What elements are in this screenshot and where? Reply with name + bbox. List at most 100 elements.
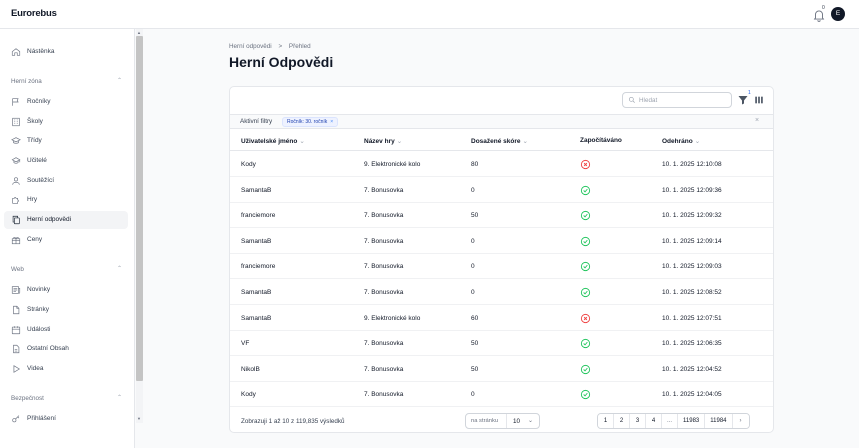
active-filters-bar: Aktivní filtry Ročník: 30. ročník × × — [230, 114, 773, 129]
sidebar-item-skoly[interactable]: Školy — [4, 113, 128, 131]
table-row[interactable]: SamantaB 7. Bonusovka 0 10. 1. 2025 12:08:5… — [230, 280, 773, 305]
table-row[interactable]: Kody 9. Elektronické kolo 80 10. 1. 2025 12… — [230, 152, 773, 177]
clear-filters-icon[interactable]: × — [755, 117, 759, 124]
table-row[interactable]: SamantaB 7. Bonusovka 0 10. 1. 2025 12:09:1… — [230, 229, 773, 254]
cell-score: 50 — [471, 365, 479, 373]
table-footer: Zobrazuji 1 až 10 z 119,835 výsledků na … — [230, 408, 773, 433]
cell-played: 10. 1. 2025 12:07:51 — [662, 314, 722, 322]
cell-score: 60 — [471, 314, 479, 322]
remove-filter-icon[interactable]: × — [330, 119, 333, 125]
sidebar-item-tridy[interactable]: Třídy — [4, 132, 128, 150]
cell-played: 10. 1. 2025 12:09:03 — [662, 263, 722, 271]
filter-chip[interactable]: Ročník: 30. ročník × — [282, 117, 339, 127]
page-button-11983[interactable]: 11983 — [678, 414, 706, 428]
cell-score: 0 — [471, 186, 475, 194]
column-header-username[interactable]: Uživatelské jméno ⌄ — [241, 137, 305, 145]
column-header-game[interactable]: Název hry ⌄ — [364, 137, 402, 145]
sidebar-item-nastenka[interactable]: Nástěnka — [4, 43, 128, 61]
cell-score: 80 — [471, 161, 479, 168]
page-button-3[interactable]: 3 — [630, 414, 646, 428]
page-button-4[interactable]: 4 — [646, 414, 662, 428]
newspaper-icon — [11, 286, 21, 294]
sidebar-item-hry[interactable]: Hry — [4, 191, 128, 209]
sidebar-item-rocniky[interactable]: Ročníky — [4, 93, 128, 111]
page-button-1[interactable]: 1 — [598, 414, 614, 428]
cell-score: 50 — [471, 340, 479, 348]
sidebar-item-videa[interactable]: Videa — [4, 360, 128, 378]
cell-game: 9. Elektronické kolo — [364, 161, 421, 168]
play-icon — [13, 365, 20, 373]
cell-played: 10. 1. 2025 12:08:52 — [662, 289, 722, 296]
column-header-played[interactable]: Odehráno ⌄ — [662, 137, 700, 145]
search-box[interactable] — [622, 92, 732, 108]
scroll-up-icon[interactable]: ▲ — [137, 30, 141, 35]
sidebar-item-novinky[interactable]: Novinky — [4, 281, 128, 299]
sidebar-item-label: Videa — [27, 365, 44, 372]
puzzle-icon — [12, 197, 19, 204]
sidebar-item-label: Ceny — [27, 236, 43, 243]
sidebar-item-soutezici[interactable]: Soutěžící — [4, 172, 128, 190]
per-page-select[interactable]: na stránku 10 ⌄ — [465, 413, 540, 429]
cell-game: 7. Bonusovka — [364, 263, 404, 271]
cell-played: 10. 1. 2025 12:04:05 — [662, 391, 722, 399]
sidebar-item-label: Učitelé — [27, 157, 47, 164]
page-button-2[interactable]: 2 — [614, 414, 630, 428]
table-row[interactable]: SamantaB 7. Bonusovka 0 10. 1. 2025 12:09:3… — [230, 178, 773, 203]
results-summary: Zobrazuji 1 až 10 z 119,835 výsledků — [241, 418, 345, 425]
scroll-down-icon[interactable]: ▼ — [137, 416, 141, 421]
cell-username: franciemore — [241, 263, 276, 271]
cell-game: 9. Elektronické kolo — [364, 314, 421, 322]
table-row[interactable]: franciemore 7. Bonusovka 0 10. 1. 2025 12:0… — [230, 254, 773, 280]
chevron-up-icon[interactable]: ⌃ — [117, 265, 122, 272]
column-header-score[interactable]: Dosažené skóre ⌄ — [471, 137, 528, 145]
per-page-divider — [506, 414, 507, 428]
check-circle-icon — [580, 236, 591, 246]
chevron-up-icon[interactable]: ⌃ — [117, 77, 122, 84]
avatar[interactable]: E — [831, 7, 845, 21]
cell-username: NikolB — [241, 365, 260, 373]
active-filters-label: Aktivní filtry — [240, 118, 273, 125]
sidebar-item-udalosti[interactable]: Události — [4, 321, 128, 339]
sidebar-item-stranky[interactable]: Stránky — [4, 301, 128, 319]
sidebar-item-label: Hry — [27, 196, 38, 203]
cell-username: SamantaB — [241, 237, 272, 245]
page-button-11984[interactable]: 11984 — [705, 414, 733, 428]
columns-icon[interactable] — [754, 95, 764, 105]
calendar-icon — [11, 326, 21, 335]
cell-score: 0 — [471, 237, 475, 245]
table-row[interactable]: Kody 7. Bonusovka 0 10. 1. 2025 12:04:05 — [230, 382, 773, 408]
cell-score: 0 — [471, 289, 475, 296]
gift-icon — [11, 236, 21, 245]
search-input[interactable] — [639, 95, 729, 105]
sidebar-item-herni-odpovedi[interactable]: Herní odpovědi — [4, 211, 128, 229]
app-logo[interactable]: Eurorebus — [11, 8, 57, 19]
column-label: Název hry — [364, 138, 395, 145]
sidebar: Nástěnka Herní zóna ⌃ Ročníky Školy Tříd… — [0, 29, 135, 448]
building-icon — [12, 117, 20, 127]
section-web: Web — [11, 266, 24, 273]
graduation-cap-icon — [11, 137, 21, 144]
breadcrumb-separator: > — [278, 43, 283, 50]
check-circle-icon — [580, 185, 591, 195]
cell-game: 7. Bonusovka — [364, 340, 404, 348]
table-row[interactable]: NikolB 7. Bonusovka 50 10. 1. 2025 12:04:52 — [230, 357, 773, 382]
section-bezpecnost: Bezpečnost — [11, 395, 44, 402]
sidebar-item-ostatni-obsah[interactable]: Ostatní Obsah — [4, 340, 128, 358]
sidebar-item-prihlaseni[interactable]: Přihlášení — [4, 410, 128, 428]
table-row[interactable]: franciemore 7. Bonusovka 50 10. 1. 2025 12:… — [230, 203, 773, 229]
chevron-up-icon[interactable]: ⌃ — [117, 394, 122, 401]
sidebar-item-ceny[interactable]: Ceny — [4, 231, 128, 249]
document-icon — [13, 305, 20, 315]
sidebar-scroll-thumb[interactable] — [136, 36, 143, 381]
document-duplicate-icon — [12, 215, 20, 225]
table-row[interactable]: VF 7. Bonusovka 50 10. 1. 2025 12:06:35 — [230, 331, 773, 357]
home-icon — [11, 48, 21, 56]
cell-username: Kody — [241, 391, 256, 399]
next-page-button[interactable]: › — [732, 414, 749, 428]
sidebar-item-ucitele[interactable]: Učitelé — [4, 152, 128, 170]
x-circle-icon — [580, 159, 591, 170]
cell-game: 7. Bonusovka — [364, 365, 404, 373]
breadcrumb-parent[interactable]: Herní odpovědi — [229, 43, 272, 50]
table-row[interactable]: SamantaB 9. Elektronické kolo 60 10. 1. 202… — [230, 306, 773, 331]
cell-game: 7. Bonusovka — [364, 391, 404, 399]
